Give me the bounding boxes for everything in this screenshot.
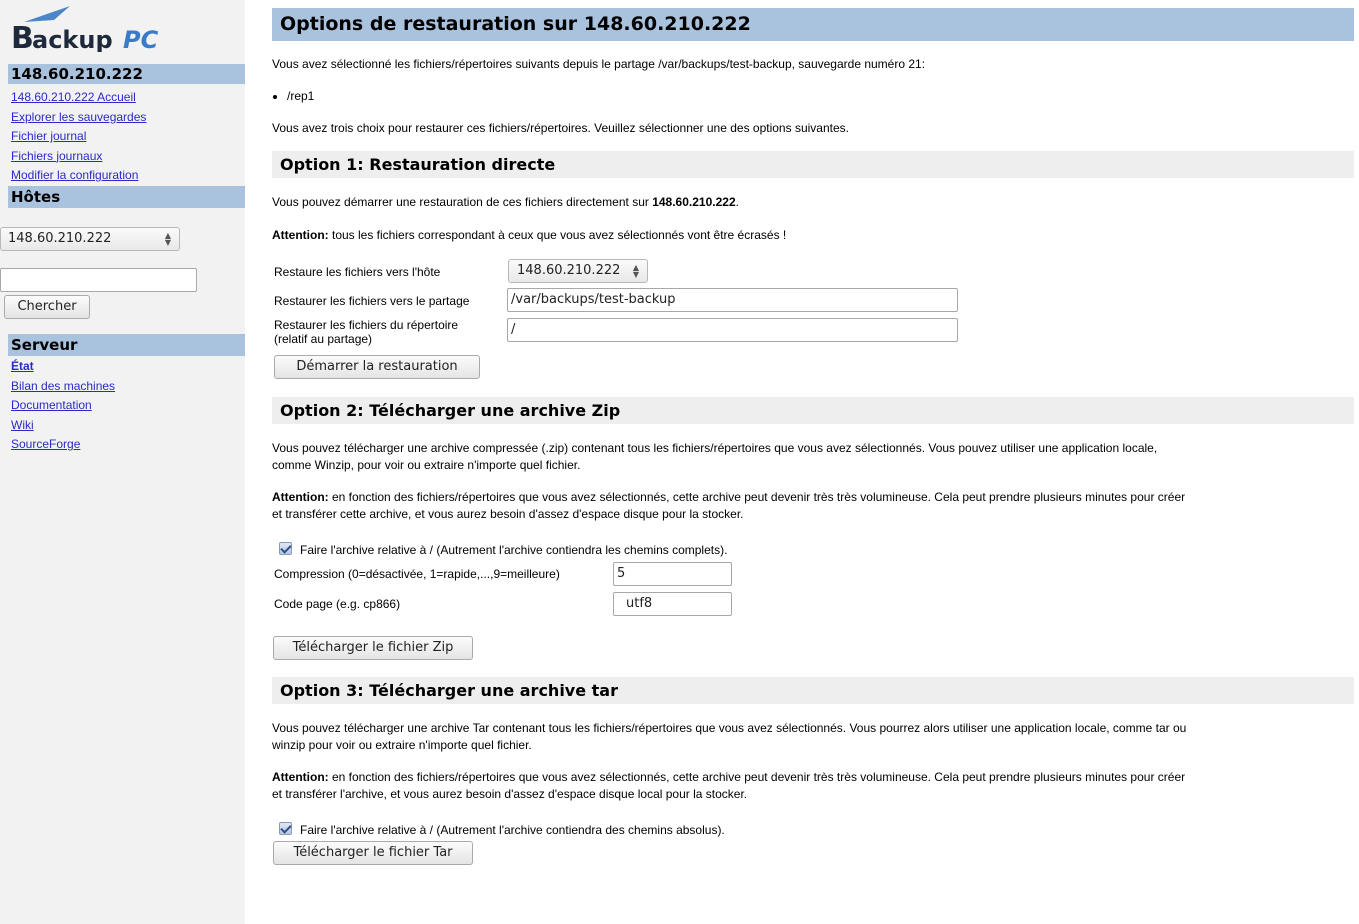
host-home-link[interactable]: 148.60.210.222 Accueil — [11, 88, 146, 108]
edit-config-link[interactable]: Modifier la configuration — [11, 166, 146, 186]
zip-relative-checkbox[interactable] — [279, 542, 292, 555]
codepage-input[interactable]: utf8 — [613, 592, 732, 616]
download-tar-button[interactable]: Télécharger le fichier Tar — [273, 841, 473, 865]
host-links: 148.60.210.222 Accueil Explorer les sauv… — [11, 88, 146, 186]
codepage-label: Code page (e.g. cp866) — [274, 597, 401, 611]
restore-dir-label: Restaurer les fichiers du répertoire (rel… — [274, 318, 459, 346]
compression-label: Compression (0=désactivée, 1=rapide,...,… — [274, 567, 560, 581]
option1-title: Option 1: Restauration directe — [272, 151, 1354, 178]
option1-desc: Vous pouvez démarrer une restauration de… — [272, 195, 739, 209]
zip-relative-label: Faire l'archive relative à / (Autrement … — [300, 543, 728, 557]
select-arrows-icon: ▲ ▼ — [632, 263, 639, 279]
restore-dir-input[interactable]: / — [507, 318, 958, 342]
search-input[interactable] — [0, 268, 197, 292]
log-files-link[interactable]: Fichiers journaux — [11, 147, 146, 167]
host-select[interactable]: 148.60.210.222 ▲ ▼ — [0, 227, 180, 251]
logo-text: ackup — [32, 26, 113, 52]
host-header: 148.60.210.222 — [8, 64, 245, 84]
status-link[interactable]: État — [11, 357, 115, 377]
choices-text: Vous avez trois choix pour restaurer ces… — [272, 121, 849, 135]
target-host: 148.60.210.222 — [652, 195, 736, 209]
logo-letter: B — [11, 21, 34, 52]
hosts-summary-link[interactable]: Bilan des machines — [11, 377, 115, 397]
log-file-link[interactable]: Fichier journal — [11, 127, 146, 147]
option3-title: Option 3: Télécharger une archive tar — [272, 677, 1354, 704]
option3-warning: Attention: en fonction des fichiers/répe… — [272, 770, 1186, 801]
intro-text: Vous avez sélectionné les fichiers/réper… — [272, 57, 926, 71]
server-header: Serveur — [8, 334, 245, 356]
restore-host-select[interactable]: 148.60.210.222 ▲ ▼ — [508, 259, 648, 283]
server-links: État Bilan des machines Documentation Wi… — [11, 357, 115, 455]
hosts-header: Hôtes — [8, 186, 245, 208]
selected-files-list: /rep1 — [272, 88, 314, 105]
option2-title: Option 2: Télécharger une archive Zip — [272, 397, 1354, 424]
tar-relative-checkbox[interactable] — [279, 822, 292, 835]
download-zip-button[interactable]: Télécharger le fichier Zip — [273, 636, 473, 660]
backuppc-logo[interactable]: B ackup PC — [10, 6, 170, 56]
documentation-link[interactable]: Documentation — [11, 396, 115, 416]
browse-backups-link[interactable]: Explorer les sauvegardes — [11, 108, 146, 128]
logo-accent: PC — [123, 26, 159, 52]
search-button[interactable]: Chercher — [4, 295, 90, 319]
select-arrows-icon: ▲ ▼ — [164, 231, 171, 247]
option2-desc: Vous pouvez télécharger une archive comp… — [272, 441, 1158, 472]
option3-desc: Vous pouvez télécharger une archive Tar … — [272, 721, 1187, 752]
tar-relative-label: Faire l'archive relative à / (Autrement … — [300, 823, 725, 837]
page-title: Options de restauration sur 148.60.210.2… — [272, 8, 1354, 41]
option2-warning: Attention: en fonction des fichiers/répe… — [272, 490, 1186, 521]
compression-input[interactable]: 5 — [613, 562, 732, 586]
option1-warning: Attention: tous les fichiers corresponda… — [272, 228, 787, 242]
start-restore-button[interactable]: Démarrer la restauration — [274, 355, 480, 379]
file-item: /rep1 — [287, 88, 314, 105]
sidebar: B ackup PC 148.60.210.222 148.60.210.222… — [0, 0, 245, 924]
restore-host-label: Restaure les fichiers vers l'hôte — [274, 265, 441, 279]
wiki-link[interactable]: Wiki — [11, 416, 115, 436]
restore-share-label: Restaurer les fichiers vers le partage — [274, 294, 470, 308]
sourceforge-link[interactable]: SourceForge — [11, 435, 115, 455]
restore-share-input[interactable]: /var/backups/test-backup — [507, 288, 958, 312]
